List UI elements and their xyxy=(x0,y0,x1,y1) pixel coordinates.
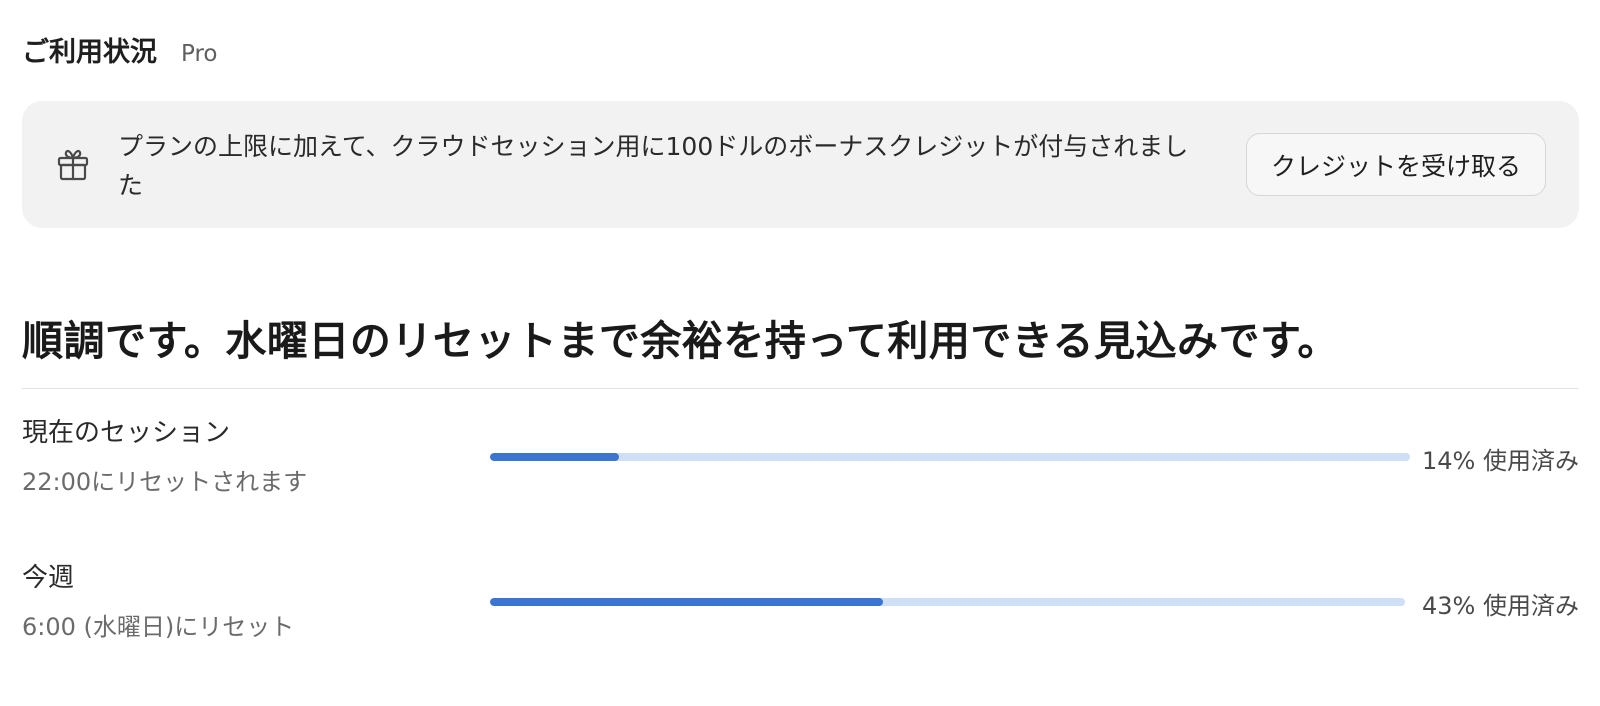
usage-row-session: 現在のセッション 22:00にリセットされます 14% 使用済み xyxy=(22,412,1579,512)
usage-page: ご利用状況 Pro プランの上限に加えて、クラウドセッション用に100ドルのボー… xyxy=(0,0,1600,706)
page-title: ご利用状況 xyxy=(22,37,157,68)
usage-percent-label: 43% 使用済み xyxy=(1422,592,1579,620)
gift-icon xyxy=(55,146,91,182)
usage-reset-time: 6:00 (水曜日)にリセット xyxy=(22,613,295,641)
usage-title: 今週 xyxy=(22,563,75,593)
usage-progress-bar xyxy=(490,598,1405,606)
usage-progress-bar xyxy=(490,453,1410,461)
usage-progress-fill xyxy=(490,453,619,461)
banner-message: プランの上限に加えて、クラウドセッション用に100ドルのボーナスクレジットが付与… xyxy=(118,132,1189,200)
usage-row-week: 今週 6:00 (水曜日)にリセット 43% 使用済み xyxy=(22,557,1579,657)
divider xyxy=(22,388,1579,389)
usage-progress-fill xyxy=(490,598,884,606)
bonus-credit-banner: プランの上限に加えて、クラウドセッション用に100ドルのボーナスクレジットが付与… xyxy=(22,101,1579,228)
page-header: ご利用状況 Pro xyxy=(22,30,218,69)
status-headline: 順調です。水曜日のリセットまで余裕を持って利用できる見込みです。 xyxy=(22,317,1339,365)
usage-reset-time: 22:00にリセットされます xyxy=(22,468,308,496)
usage-percent-label: 14% 使用済み xyxy=(1422,447,1579,475)
plan-badge: Pro xyxy=(181,41,218,67)
claim-credit-button[interactable]: クレジットを受け取る xyxy=(1245,133,1546,196)
usage-title: 現在のセッション xyxy=(22,418,231,448)
